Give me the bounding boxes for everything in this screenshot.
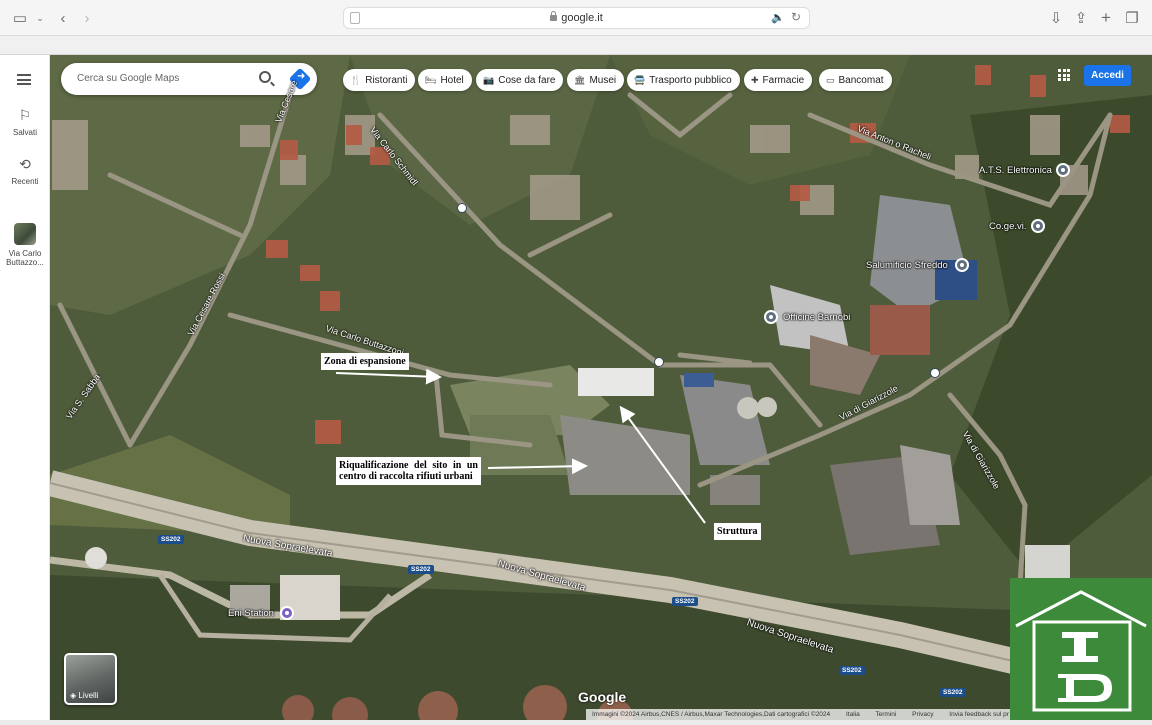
new-tab-icon[interactable]: + xyxy=(1096,8,1116,28)
layers-toggle-button[interactable]: ◈ Livelli xyxy=(64,653,117,705)
chip-transit[interactable]: 🚍 Trasporto pubblico xyxy=(627,69,740,91)
bus-stop-icon[interactable] xyxy=(457,203,467,213)
road-shield: SS202 xyxy=(158,535,184,544)
restaurant-icon: 🍴 xyxy=(350,74,362,85)
chip-things-to-do[interactable]: 📷 Cose da fare xyxy=(476,69,564,91)
pharmacy-icon: ✚ xyxy=(751,74,759,85)
chip-label: Hotel xyxy=(440,74,464,86)
google-logo: Google xyxy=(578,689,627,705)
chip-atm[interactable]: ▭ Bancomat xyxy=(819,69,892,91)
tab-strip xyxy=(0,36,1152,55)
terms-link[interactable]: Termini xyxy=(875,711,896,718)
chip-label: Cose da fare xyxy=(498,74,556,86)
imagery-credit: Immagini ©2024 Airbus,CNES / Airbus,Maxa… xyxy=(592,711,831,718)
annotation-structure: Struttura xyxy=(714,523,761,540)
sidebar-item-label: Recenti xyxy=(11,177,39,186)
road-shield: SS202 xyxy=(839,666,865,675)
place-label[interactable]: Eni Station xyxy=(228,608,274,619)
museum-icon: 🏛 xyxy=(574,74,586,85)
place-label[interactable]: Officine Barnobi xyxy=(783,312,850,323)
chevron-down-icon[interactable]: ⌄ xyxy=(30,8,50,28)
chip-label: Musei xyxy=(589,74,617,86)
camera-icon: 📷 xyxy=(483,74,495,85)
place-thumbnail xyxy=(14,223,36,245)
forward-icon[interactable]: › xyxy=(77,8,97,28)
chip-label: Farmacie xyxy=(762,74,805,86)
chip-label: Trasporto pubblico xyxy=(649,74,732,86)
sidebar-item-recent[interactable]: ⟲ Recenti xyxy=(0,156,50,186)
search-icon[interactable] xyxy=(259,71,271,83)
browser-toolbar: ▭ ⌄ ‹ › google.it 🔈 ↻ ⇩ ⇪ + ❐ xyxy=(0,0,1152,36)
atm-icon: ▭ xyxy=(826,74,835,85)
chip-label: Bancomat xyxy=(838,74,884,86)
place-label[interactable]: Co.ge.vi. xyxy=(989,221,1027,232)
place-label[interactable]: A.T.S. Elettronica xyxy=(979,165,1052,176)
download-icon[interactable]: ⇩ xyxy=(1046,8,1066,28)
maps-sidebar: ⚐ Salvati ⟲ Recenti Via Carlo Buttazzo..… xyxy=(0,55,50,720)
transit-icon: 🚍 xyxy=(634,74,646,85)
chip-hotel[interactable]: 🛏 Hotel xyxy=(418,69,472,91)
chip-museums[interactable]: 🏛 Musei xyxy=(567,69,625,91)
country-link[interactable]: Italia xyxy=(846,711,860,718)
satellite-imagery xyxy=(50,55,1152,720)
chip-pharmacies[interactable]: ✚ Farmacie xyxy=(744,69,813,91)
sign-in-button[interactable]: Accedi xyxy=(1084,65,1131,86)
sidebar-toggle-icon[interactable]: ▭ xyxy=(10,8,30,28)
menu-icon[interactable] xyxy=(17,74,31,85)
bookmark-icon: ⚐ xyxy=(18,107,32,123)
place-label[interactable]: Salumificio Sfreddo xyxy=(866,260,948,271)
place-pin-icon[interactable] xyxy=(764,310,778,324)
satellite-map[interactable]: Cerca su Google Maps 🍴Ristoranti 🛏Hotel … xyxy=(50,55,1152,720)
feedback-link[interactable]: Invia feedback sul pr xyxy=(949,711,1009,718)
road-shield: SS202 xyxy=(672,597,698,606)
annotation-requalification: Riqualificazione del sito in un centro d… xyxy=(336,457,481,485)
reload-icon[interactable]: ↻ xyxy=(791,10,801,24)
hotel-icon: 🛏 xyxy=(425,74,437,85)
gas-station-pin-icon[interactable] xyxy=(280,606,294,620)
chip-restaurants[interactable]: 🍴 Ristoranti xyxy=(343,69,416,91)
share-icon[interactable]: ⇪ xyxy=(1071,8,1091,28)
sidebar-item-recent-place[interactable]: Via Carlo Buttazzo... xyxy=(0,223,50,267)
chip-label: Ristoranti xyxy=(365,74,408,86)
place-pin-icon[interactable] xyxy=(1031,219,1045,233)
sidebar-item-label: Salvati xyxy=(12,128,37,137)
address-bar[interactable]: google.it 🔈 ↻ xyxy=(343,7,810,29)
annotation-expansion-zone: Zona di espansione xyxy=(321,353,409,370)
bus-stop-icon[interactable] xyxy=(654,357,664,367)
place-pin-icon[interactable] xyxy=(1056,163,1070,177)
privacy-link[interactable]: Privacy xyxy=(912,711,933,718)
sidebar-item-label: Via Carlo Buttazzo... xyxy=(6,249,44,267)
search-placeholder: Cerca su Google Maps xyxy=(77,73,180,84)
search-input[interactable]: Cerca su Google Maps xyxy=(61,63,317,95)
road-shield: SS202 xyxy=(408,565,434,574)
back-icon[interactable]: ‹ xyxy=(53,8,73,28)
id-logo xyxy=(1010,578,1152,720)
lock-icon xyxy=(550,11,558,21)
tab-overview-icon[interactable]: ❐ xyxy=(1122,8,1142,28)
history-icon: ⟲ xyxy=(19,156,31,172)
apps-grid-icon[interactable] xyxy=(1058,69,1070,81)
sidebar-item-saved[interactable]: ⚐ Salvati xyxy=(0,107,50,137)
speaker-icon[interactable]: 🔈 xyxy=(771,11,785,24)
address-text: google.it xyxy=(561,12,603,24)
layers-label: Livelli xyxy=(78,691,99,700)
bus-stop-icon[interactable] xyxy=(930,368,940,378)
place-pin-icon[interactable] xyxy=(955,258,969,272)
road-shield: SS202 xyxy=(940,688,966,697)
